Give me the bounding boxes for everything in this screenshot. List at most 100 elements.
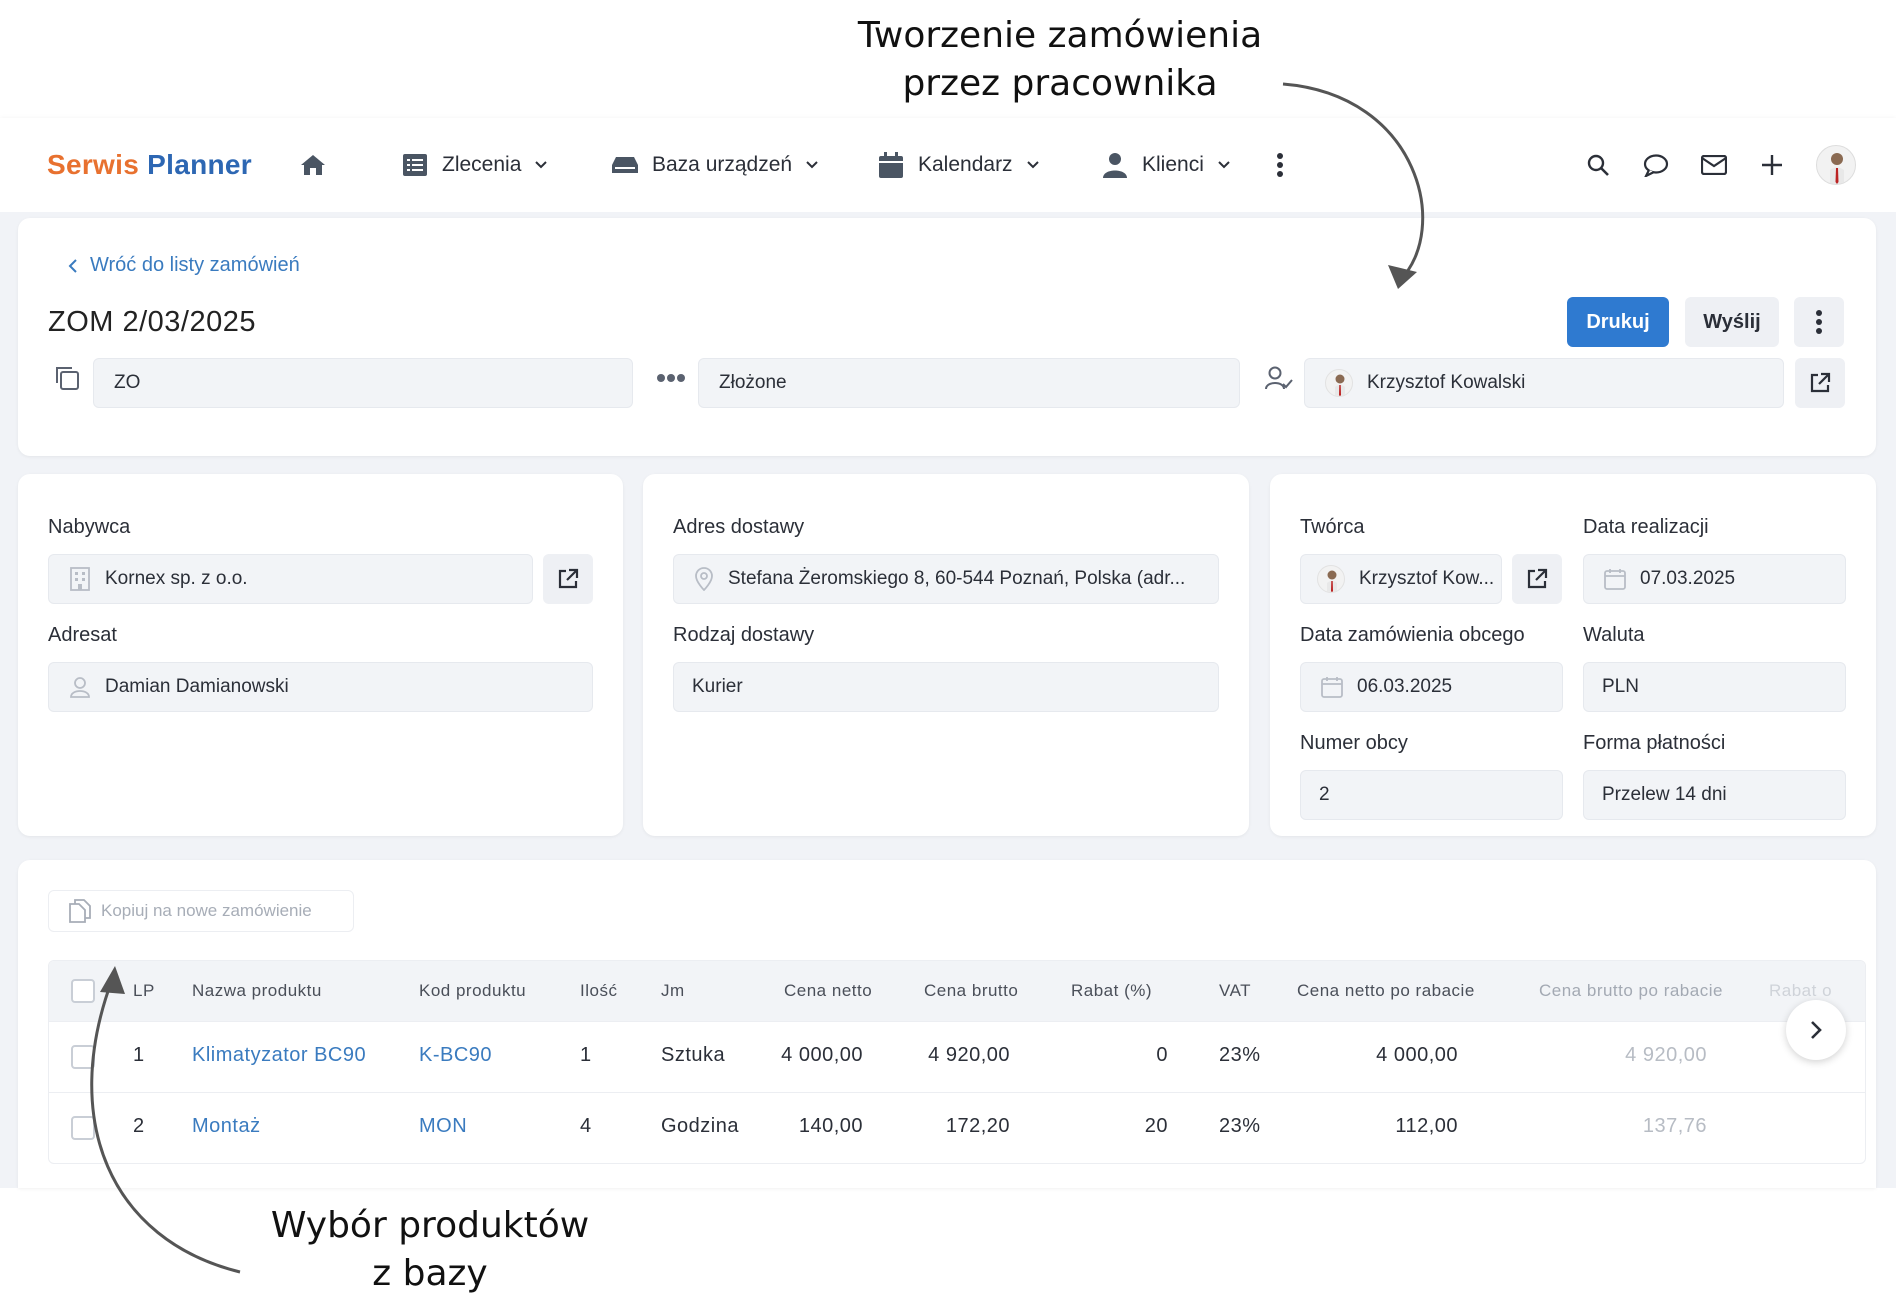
open-buyer-button[interactable] xyxy=(543,554,593,604)
open-assignee-button[interactable] xyxy=(1795,358,1845,408)
creator-field[interactable]: Krzysztof Kow... xyxy=(1300,554,1502,604)
row-discount: 20 xyxy=(1144,1115,1168,1137)
nav-more-button[interactable] xyxy=(1276,152,1284,178)
buyer-card: Nabywca Kornex sp. z o.o. Adresat Damian… xyxy=(18,474,623,836)
product-name-link[interactable]: Klimatyzator BC90 xyxy=(192,1044,366,1067)
nav-klienci[interactable]: Klienci xyxy=(1102,152,1230,178)
chevron-down-icon xyxy=(806,161,818,169)
col-lp[interactable]: LP xyxy=(133,981,155,1001)
order-type-field[interactable]: ZO xyxy=(93,358,633,408)
buyer-label: Nabywca xyxy=(48,516,131,538)
col-discount-cut[interactable]: Rabat o xyxy=(1769,981,1832,1001)
logo[interactable]: Serwis Planner xyxy=(47,149,252,181)
nav-kalendarz[interactable]: Kalendarz xyxy=(878,152,1039,178)
col-unit[interactable]: Jm xyxy=(661,981,685,1001)
foreign-number-value: 2 xyxy=(1319,784,1330,805)
delivery-card: Adres dostawy Stefana Żeromskiego 8, 60-… xyxy=(643,474,1249,836)
nav-zlecenia[interactable]: Zlecenia xyxy=(402,152,548,178)
scroll-right-button[interactable] xyxy=(1786,1000,1846,1060)
print-button[interactable]: Drukuj xyxy=(1567,297,1669,347)
foreign-order-date-label: Data zamówienia obcego xyxy=(1300,624,1525,646)
col-product-name[interactable]: Nazwa produktu xyxy=(192,981,322,1001)
select-all-checkbox[interactable] xyxy=(71,979,95,1003)
send-button[interactable]: Wyślij xyxy=(1685,297,1779,347)
recipient-field[interactable]: Damian Damianowski xyxy=(48,662,593,712)
foreign-number-label: Numer obcy xyxy=(1300,732,1408,754)
delivery-type-label: Rodzaj dostawy xyxy=(673,624,815,646)
more-vertical-icon xyxy=(1277,153,1283,177)
row-gross-price: 172,20 xyxy=(945,1115,1010,1137)
chevron-right-icon xyxy=(1811,1021,1822,1039)
delivery-address-field[interactable]: Stefana Żeromskiego 8, 60-544 Poznań, Po… xyxy=(673,554,1219,604)
realization-date-label: Data realizacji xyxy=(1583,516,1709,538)
nav-klienci-label: Klienci xyxy=(1142,153,1204,176)
status-dots-icon xyxy=(656,363,686,393)
creator-value: Krzysztof Kow... xyxy=(1359,568,1495,589)
realization-date-value: 07.03.2025 xyxy=(1640,568,1736,589)
plus-icon[interactable] xyxy=(1758,151,1786,179)
mail-icon[interactable] xyxy=(1700,151,1728,179)
chevron-down-icon xyxy=(1218,161,1230,169)
col-net-price[interactable]: Cena netto xyxy=(784,981,872,1001)
row-gross-after-discount: 4 920,00 xyxy=(1625,1044,1707,1066)
order-status-value: Złożone xyxy=(719,372,787,393)
row-net-price: 140,00 xyxy=(798,1115,863,1137)
row-checkbox[interactable] xyxy=(71,1045,95,1069)
chat-icon[interactable] xyxy=(1642,151,1670,179)
row-unit: Godzina xyxy=(661,1115,739,1137)
realization-date-field[interactable]: 07.03.2025 xyxy=(1583,554,1846,604)
copy-to-new-order-button[interactable]: Kopiuj na nowe zamówienie xyxy=(48,890,354,932)
col-gross-after-discount[interactable]: Cena brutto po rabacie xyxy=(1539,981,1723,1001)
more-actions-button[interactable] xyxy=(1794,297,1844,347)
col-quantity[interactable]: Ilość xyxy=(580,981,617,1001)
open-creator-button[interactable] xyxy=(1512,554,1562,604)
calendar-icon xyxy=(1604,569,1626,590)
col-net-after-discount[interactable]: Cena netto po rabacie xyxy=(1297,981,1475,1001)
row-checkbox[interactable] xyxy=(71,1116,95,1140)
col-gross-price[interactable]: Cena brutto xyxy=(924,981,1018,1001)
search-icon[interactable] xyxy=(1584,151,1612,179)
row-vat: 23% xyxy=(1219,1115,1261,1137)
back-link-label: Wróć do listy zamówień xyxy=(90,254,300,276)
nav-baza-label: Baza urządzeń xyxy=(652,153,793,176)
delivery-type-value: Kurier xyxy=(692,676,743,697)
order-meta-card: Twórca Krzysztof Kow... Data realizacji … xyxy=(1270,474,1876,836)
external-link-icon xyxy=(1810,372,1831,393)
order-header-card: Wróć do listy zamówień ZOM 2/03/2025 Dru… xyxy=(18,218,1876,456)
foreign-order-date-field[interactable]: 06.03.2025 xyxy=(1300,662,1563,712)
delivery-type-field[interactable]: Kurier xyxy=(673,662,1219,712)
nav-baza-urzadzen[interactable]: Baza urządzeń xyxy=(612,152,818,178)
external-link-icon xyxy=(558,568,579,589)
product-code-link[interactable]: K-BC90 xyxy=(419,1044,492,1067)
user-avatar[interactable] xyxy=(1816,145,1856,185)
annotation-top-line1: Tworzenie zamówienia xyxy=(857,15,1263,56)
currency-field[interactable]: PLN xyxy=(1583,662,1846,712)
row-gross-price: 4 920,00 xyxy=(928,1044,1010,1066)
home-button[interactable] xyxy=(300,152,326,178)
row-lp: 1 xyxy=(133,1044,145,1066)
row-unit: Sztuka xyxy=(661,1044,726,1066)
products-table: LP Nazwa produktu Kod produktu Ilość Jm … xyxy=(48,960,1866,1164)
product-code-link[interactable]: MON xyxy=(419,1115,467,1138)
col-discount[interactable]: Rabat (%) xyxy=(1071,981,1152,1001)
table-row[interactable]: 1 Klimatyzator BC90 K-BC90 1 Sztuka 4 00… xyxy=(49,1021,1865,1092)
row-quantity: 1 xyxy=(580,1044,592,1066)
chevron-down-icon xyxy=(535,161,548,169)
foreign-number-field[interactable]: 2 xyxy=(1300,770,1563,820)
back-link[interactable]: Wróć do listy zamówień xyxy=(68,254,300,277)
product-name-link[interactable]: Montaż xyxy=(192,1115,261,1138)
delivery-address-value: Stefana Żeromskiego 8, 60-544 Poznań, Po… xyxy=(728,568,1186,589)
table-row[interactable]: 2 Montaż MON 4 Godzina 140,00 172,20 20 … xyxy=(49,1092,1865,1163)
chevron-left-icon xyxy=(68,258,77,273)
col-product-code[interactable]: Kod produktu xyxy=(419,981,526,1001)
payment-method-field[interactable]: Przelew 14 dni xyxy=(1583,770,1846,820)
nav-actions xyxy=(1584,145,1856,185)
copy-icon xyxy=(69,899,91,923)
calendar-icon xyxy=(878,152,904,178)
col-vat[interactable]: VAT xyxy=(1219,981,1251,1001)
copy-to-new-order-label: Kopiuj na nowe zamówienie xyxy=(101,901,312,920)
order-status-field[interactable]: Złożone xyxy=(698,358,1240,408)
buyer-field[interactable]: Kornex sp. z o.o. xyxy=(48,554,533,604)
assignee-field[interactable]: Krzysztof Kowalski xyxy=(1304,358,1784,408)
nav-kalendarz-label: Kalendarz xyxy=(918,153,1013,176)
